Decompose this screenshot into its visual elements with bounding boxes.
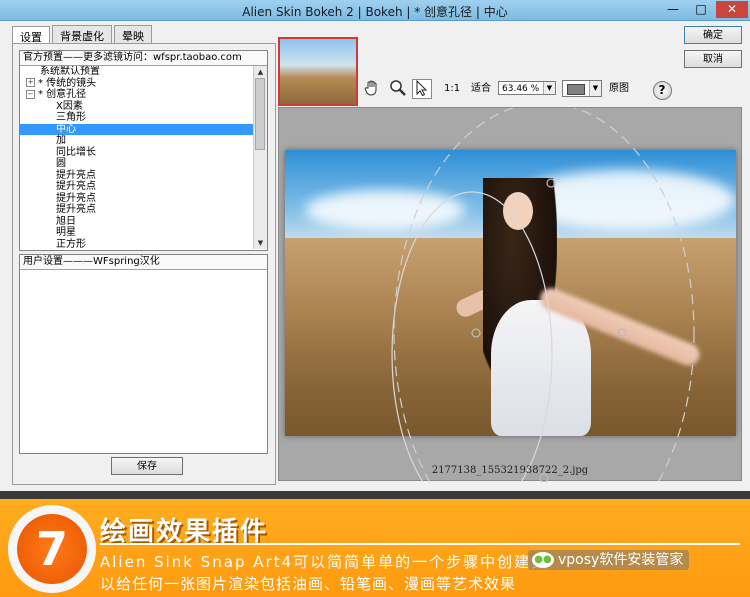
zoom-fit-button[interactable]: 适合 — [471, 79, 491, 99]
banner-divider — [100, 543, 740, 545]
help-icon: ? — [652, 81, 672, 100]
preview-canvas[interactable]: 2177138_155321938722_2.jpg — [278, 107, 742, 482]
tree-item[interactable]: 圆 — [20, 158, 253, 170]
tree-item-label: 提升亮点 — [56, 192, 96, 204]
scroll-up-icon[interactable]: ▲ — [254, 66, 267, 78]
tree-item-label: 同比增长 — [56, 146, 96, 158]
tree-item[interactable]: 加 — [20, 135, 253, 147]
article-banner: 7 绘画效果插件 Alien Sink Snap Art4可以简简单单的一个步骤… — [0, 491, 750, 597]
arrow-pointer-icon[interactable] — [412, 79, 432, 99]
tree-item-label: 圆 — [56, 158, 66, 169]
close-button[interactable]: ✕ — [716, 1, 748, 18]
zoom-select[interactable]: 63.46 % ▼ — [498, 81, 556, 95]
preset-scrollbar[interactable]: ▲ ▼ — [253, 66, 267, 249]
tree-item-label: * 创意孔径 — [38, 89, 87, 100]
wechat-icon: ●● — [532, 552, 554, 568]
window-title: Alien Skin Bokeh 2 | Bokeh | * 创意孔径 | 中心 — [242, 5, 508, 19]
tree-item-label: X因素 — [56, 100, 83, 112]
tree-item-label: 中心 — [56, 123, 76, 135]
tree-item[interactable]: 提升亮点 — [20, 181, 253, 193]
step-number-badge: 7 — [17, 514, 87, 584]
tree-item-selected[interactable]: 中心 — [20, 123, 253, 135]
expand-icon[interactable]: + — [26, 78, 35, 87]
banner-description-line-1: Alien Sink Snap Art4可以简简单单的一个步骤中创建美 — [100, 553, 549, 571]
wechat-watermark: ●● vposy软件安装管家 — [528, 550, 690, 570]
settings-panel: 官方预置——更多滤镜访问：wfspr.taobao.com 系统默认预置 + * … — [12, 43, 276, 485]
hand-icon[interactable] — [362, 79, 382, 99]
background-color-select[interactable]: ▼ — [562, 80, 602, 97]
help-button[interactable]: ? — [647, 79, 677, 100]
tree-item[interactable]: 提升亮点 — [20, 193, 253, 205]
tree-item-label: 提升亮点 — [56, 169, 96, 181]
tree-item[interactable]: 旭日 — [20, 216, 253, 228]
tree-item[interactable]: 系统默认预置 — [20, 66, 253, 78]
tree-item-label: 旭日 — [56, 215, 76, 227]
color-swatch — [567, 84, 585, 95]
tab-strip: 设置 背景虚化 晕映 — [12, 25, 154, 47]
tree-item-label: 三角形 — [56, 112, 86, 123]
app-body: 设置 背景虚化 晕映 官方预置——更多滤镜访问：wfspr.taobao.com 系… — [0, 21, 750, 491]
watermark-text: vposy软件安装管家 — [558, 552, 684, 568]
original-button[interactable]: 原图 — [609, 79, 629, 99]
minimize-button[interactable]: — — [659, 1, 687, 18]
tree-item[interactable]: 同比增长 — [20, 147, 253, 159]
chevron-down-icon: ▼ — [543, 82, 555, 94]
tree-item[interactable]: + * 传统的镜头 — [20, 78, 253, 90]
photo-cloud — [305, 190, 465, 230]
banner-description-line-2: 以给任何一张图片渲染包括油画、铅笔画、漫画等艺术效果 — [100, 575, 517, 593]
preset-list: 官方预置——更多滤镜访问：wfspr.taobao.com 系统默认预置 + * … — [19, 50, 268, 251]
ok-button[interactable]: 确定 — [684, 26, 742, 44]
photo-face — [503, 192, 533, 230]
chevron-down-icon: ▼ — [589, 81, 601, 96]
image-filename: 2177138_155321938722_2.jpg — [431, 465, 589, 476]
navigator-thumbnail[interactable] — [278, 37, 358, 106]
maximize-button[interactable]: □ — [687, 1, 715, 18]
tree-item[interactable]: X因素 — [20, 101, 253, 113]
magnifier-icon[interactable] — [388, 79, 408, 99]
preset-tree: 系统默认预置 + * 传统的镜头 − * 创意孔径 X因素 三角形 中心 加 同比增… — [20, 66, 253, 249]
tree-item[interactable]: 提升亮点 — [20, 204, 253, 216]
tree-item[interactable]: 明星 — [20, 227, 253, 239]
view-toolbar: 1:1 适合 63.46 % ▼ ▼ 原图 ? — [362, 79, 680, 101]
tree-item[interactable]: 提升亮点 — [20, 170, 253, 182]
scroll-down-icon[interactable]: ▼ — [254, 237, 267, 249]
cancel-button[interactable]: 取消 — [684, 50, 742, 68]
tree-item-label: 正方形 — [56, 238, 86, 250]
zoom-1to1-button[interactable]: 1:1 — [444, 79, 460, 99]
user-settings-list: 用户设置———WFspring汉化 — [19, 254, 268, 454]
collapse-icon[interactable]: − — [26, 89, 35, 99]
tree-item-label: 提升亮点 — [56, 204, 96, 215]
tree-item[interactable]: 正方形 — [20, 239, 253, 250]
tree-item-label: * 传统的镜头 — [38, 77, 97, 89]
tree-item[interactable]: 三角形 — [20, 112, 253, 124]
tree-item-label: 加 — [56, 135, 66, 146]
banner-top-strip — [0, 491, 750, 499]
scroll-thumb[interactable] — [255, 78, 265, 150]
save-button[interactable]: 保存 — [111, 457, 183, 475]
tree-item-label: 明星 — [56, 227, 76, 238]
tree-item[interactable]: − * 创意孔径 — [20, 89, 253, 101]
title-bar: Alien Skin Bokeh 2 | Bokeh | * 创意孔径 | 中心… — [0, 0, 750, 21]
preset-list-header: 官方预置——更多滤镜访问：wfspr.taobao.com — [20, 51, 267, 66]
tree-item-label: 提升亮点 — [56, 181, 96, 192]
tree-item-label: 系统默认预置 — [40, 66, 100, 77]
user-settings-header: 用户设置———WFspring汉化 — [20, 255, 267, 270]
zoom-value: 63.46 % — [502, 84, 540, 94]
preview-photo — [285, 150, 736, 436]
